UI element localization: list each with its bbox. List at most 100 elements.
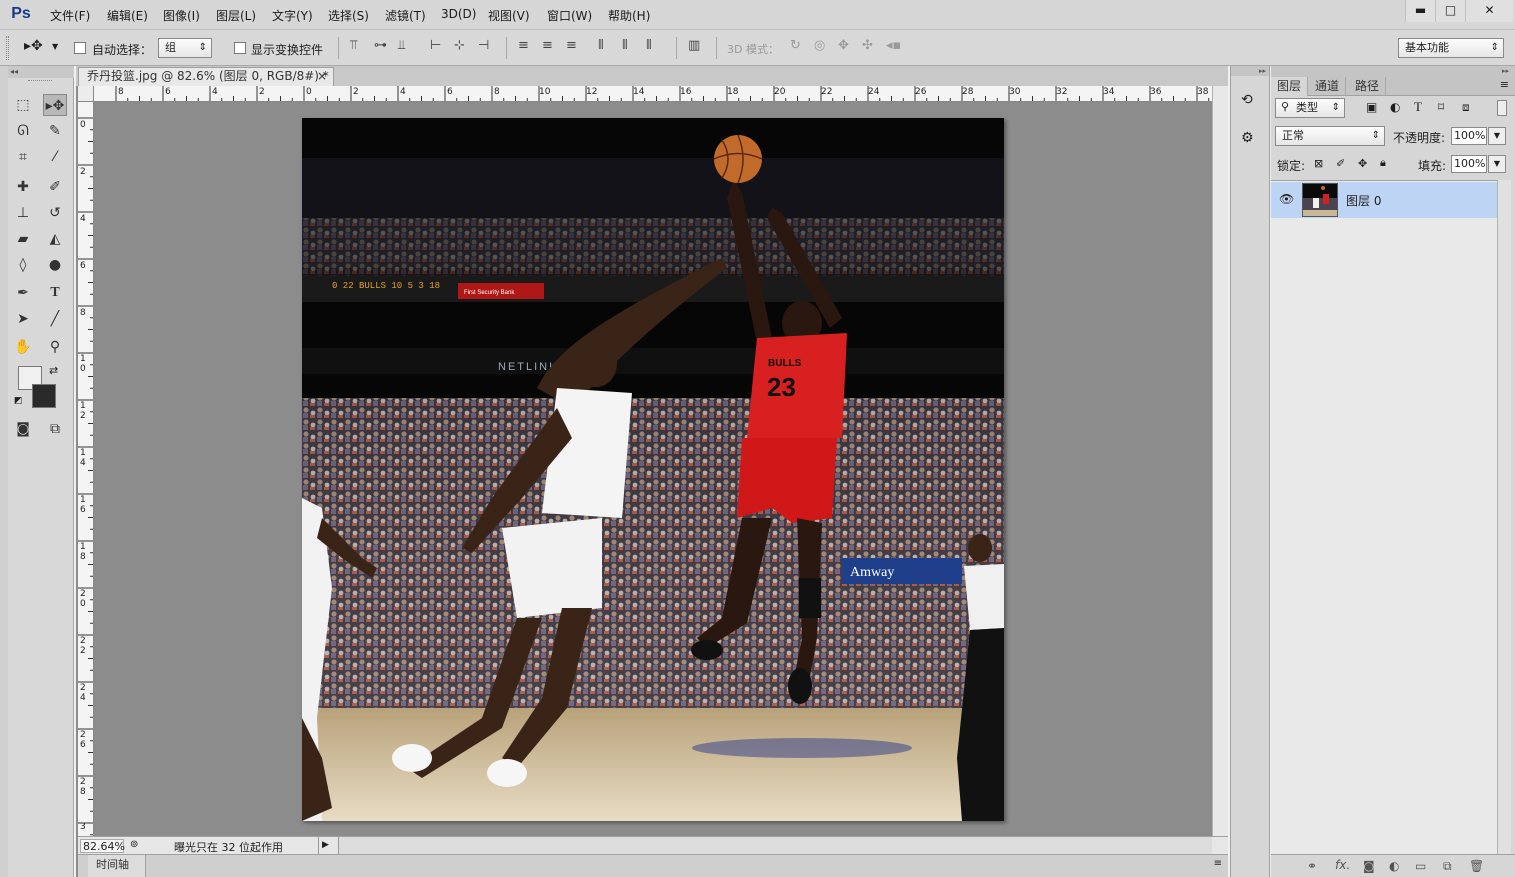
fill-input[interactable]: 100%: [1451, 155, 1487, 173]
3d-scale-icon[interactable]: ◂▪: [886, 38, 901, 53]
tab-layers[interactable]: 图层: [1271, 77, 1309, 96]
new-layer-icon[interactable]: ⧉: [1443, 859, 1452, 874]
auto-select-checkbox[interactable]: [74, 42, 86, 54]
distribute-top-icon[interactable]: ≡: [518, 38, 529, 53]
opacity-chevron-icon[interactable]: ▼: [1488, 127, 1506, 145]
close-button[interactable]: ✕: [1465, 0, 1513, 22]
filter-adjustment-icon[interactable]: ◐: [1390, 100, 1400, 114]
distribute-right-icon[interactable]: ⦀: [646, 38, 652, 53]
menu-edit[interactable]: 编辑(E): [107, 7, 148, 24]
align-bottom-icon[interactable]: ⫫: [398, 38, 405, 53]
filter-pixel-icon[interactable]: ▣: [1366, 100, 1377, 114]
vertical-scrollbar[interactable]: [1212, 86, 1228, 836]
maximize-button[interactable]: □: [1435, 0, 1465, 22]
show-transform-checkbox[interactable]: [234, 42, 246, 54]
quick-mask-icon[interactable]: ◙: [11, 418, 35, 440]
menu-type[interactable]: 文字(Y): [272, 7, 313, 24]
hand-tool-icon[interactable]: ✋: [11, 336, 35, 358]
dock-expand-icon[interactable]: ▸▸: [1231, 66, 1269, 76]
auto-select-dropdown[interactable]: 组: [158, 38, 212, 58]
distribute-hcenter-icon[interactable]: ⦀: [622, 38, 628, 53]
panel-menu-icon[interactable]: ≡: [1500, 78, 1509, 91]
blur-tool-icon[interactable]: ◊: [11, 254, 35, 276]
blend-mode-dropdown[interactable]: 正常: [1275, 126, 1385, 146]
distribute-left-icon[interactable]: ⦀: [598, 38, 604, 53]
marquee-tool-icon[interactable]: ⬚: [11, 94, 35, 116]
tab-paths[interactable]: 路径: [1349, 77, 1387, 96]
workspace-dropdown[interactable]: 基本功能: [1398, 38, 1504, 58]
layers-scrollbar[interactable]: [1497, 180, 1511, 854]
ruler-origin[interactable]: [78, 86, 94, 102]
lock-transparent-icon[interactable]: ⊠: [1314, 157, 1323, 170]
fill-chevron-icon[interactable]: ▼: [1488, 155, 1506, 173]
3d-slide-icon[interactable]: ✣: [862, 38, 873, 53]
history-brush-icon[interactable]: ↺: [43, 202, 67, 224]
move-tool-icon[interactable]: ▸✥: [43, 94, 67, 116]
grip-handle[interactable]: [6, 36, 9, 60]
fx-icon[interactable]: fx.: [1335, 858, 1350, 872]
dodge-tool-icon[interactable]: ●: [43, 254, 67, 276]
filter-type-icon[interactable]: T: [1414, 99, 1422, 115]
chevron-down-icon[interactable]: ▼: [52, 42, 58, 51]
timeline-menu-icon[interactable]: ≡: [1214, 858, 1222, 869]
crop-tool-icon[interactable]: ⌗: [11, 146, 35, 168]
zoom-field[interactable]: 82.64%: [80, 839, 125, 853]
eyedropper-tool-icon[interactable]: ⁄: [43, 146, 67, 168]
move-tool-preset-icon[interactable]: ▸✥: [24, 38, 43, 54]
lasso-tool-icon[interactable]: ᘏ: [11, 120, 35, 142]
eraser-tool-icon[interactable]: ▰: [11, 228, 35, 250]
distribute-bottom-icon[interactable]: ≡: [566, 38, 577, 53]
filter-smartobject-icon[interactable]: ⧈: [1462, 100, 1470, 115]
quick-select-tool-icon[interactable]: ✎: [43, 120, 67, 142]
distribute-vcenter-icon[interactable]: ≡: [542, 38, 553, 53]
3d-pan-icon[interactable]: ✥: [838, 38, 849, 53]
paint-bucket-icon[interactable]: ◭: [43, 228, 67, 250]
menu-file[interactable]: 文件(F): [50, 7, 90, 24]
close-tab-icon[interactable]: ×: [317, 68, 327, 85]
background-color-swatch[interactable]: [32, 384, 56, 408]
menu-help[interactable]: 帮助(H): [608, 7, 650, 24]
align-top-icon[interactable]: ⫪: [350, 38, 357, 53]
document-image[interactable]: First Security Bank 0 22 BULLS 10 5 3 18…: [302, 118, 1004, 821]
zoom-tool-icon[interactable]: ⚲: [43, 336, 67, 358]
tab-channels[interactable]: 通道: [1309, 77, 1347, 96]
align-right-icon[interactable]: ⊣: [478, 38, 489, 53]
lock-position-icon[interactable]: ✥: [1358, 157, 1367, 170]
3d-roll-icon[interactable]: ◎: [814, 38, 825, 53]
stamp-tool-icon[interactable]: ⊥: [11, 202, 35, 224]
timeline-tab[interactable]: 时间轴: [88, 855, 146, 877]
vertical-ruler[interactable]: 0 2 4 6 8 10 12 14 16 18 20 22 24 26 28 …: [78, 102, 94, 836]
minimize-button[interactable]: ▬: [1405, 0, 1435, 22]
status-menu-arrow-icon[interactable]: ▶: [318, 837, 332, 854]
toolbox-collapse-icon[interactable]: ◂◂: [8, 66, 74, 78]
align-left-icon[interactable]: ⊢: [430, 38, 441, 53]
swap-colors-icon[interactable]: ⇄: [49, 364, 58, 377]
align-hcenter-icon[interactable]: ⊹: [454, 38, 465, 53]
healing-brush-icon[interactable]: ✚: [11, 176, 35, 198]
align-vcenter-icon[interactable]: ⊶: [374, 38, 387, 53]
type-tool-icon[interactable]: T: [43, 282, 67, 304]
filter-shape-icon[interactable]: ⌑: [1438, 100, 1444, 114]
menu-filter[interactable]: 滤镜(T): [385, 7, 426, 24]
filter-toggle[interactable]: [1497, 100, 1507, 116]
menu-image[interactable]: 图像(I): [163, 7, 200, 24]
opacity-input[interactable]: 100%: [1451, 127, 1487, 145]
pen-tool-icon[interactable]: ✒: [11, 282, 35, 304]
panel-collapse-icon[interactable]: ▸▸: [1271, 66, 1515, 76]
menu-3d[interactable]: 3D(D): [441, 7, 476, 21]
3d-rotate-icon[interactable]: ↻: [790, 38, 801, 53]
menu-layer[interactable]: 图层(L): [216, 7, 256, 24]
screen-mode-icon[interactable]: ⧉: [43, 418, 67, 440]
properties-panel-icon[interactable]: ⚙: [1241, 130, 1254, 146]
horizontal-scrollbar[interactable]: [338, 837, 1212, 854]
new-group-icon[interactable]: ▭: [1415, 859, 1426, 873]
auto-align-icon[interactable]: ▥: [688, 38, 700, 53]
document-tab[interactable]: 乔丹投篮.jpg @ 82.6% (图层 0, RGB/8#) * ×: [78, 67, 334, 86]
status-camera-icon[interactable]: ⊚: [130, 839, 138, 850]
brush-tool-icon[interactable]: ✐: [43, 176, 67, 198]
horizontal-ruler[interactable]: 8 6 4 2 0 2 4 6 8 10 12 14 16 18 20 22 2…: [94, 86, 1212, 102]
delete-layer-icon[interactable]: 🗑︎: [1469, 859, 1484, 873]
adjustment-layer-icon[interactable]: ◐: [1389, 859, 1399, 873]
eye-icon[interactable]: 👁︎: [1279, 192, 1294, 206]
history-panel-icon[interactable]: ⟲: [1241, 92, 1253, 108]
